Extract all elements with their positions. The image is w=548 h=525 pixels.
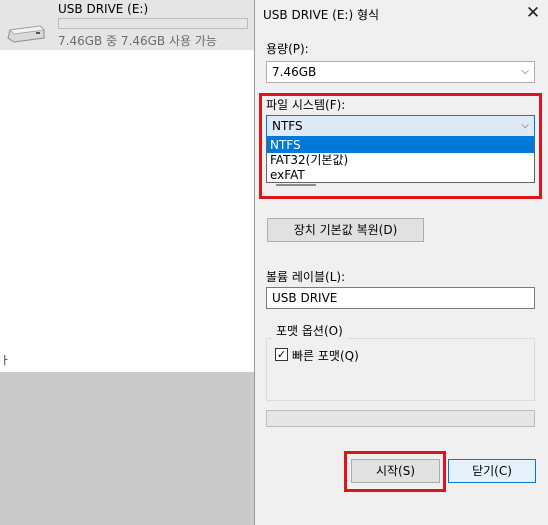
drive-item-usb[interactable]: USB DRIVE (E:) 7.46GB 중 7.46GB 사용 가능 [0, 0, 258, 50]
close-icon[interactable]: ✕ [523, 3, 543, 23]
desktop-background [0, 372, 258, 525]
volume-label-label: 볼륨 레이블(L): [266, 270, 346, 284]
capacity-value: 7.46GB [272, 65, 317, 79]
drive-space-text: 7.46GB 중 7.46GB 사용 가능 [58, 34, 217, 48]
capacity-combo[interactable]: 7.46GB ⌵ [266, 61, 535, 83]
format-options-title: 포맷 옵션(O) [272, 322, 347, 339]
usb-drive-icon [7, 25, 45, 43]
format-progress-bar [266, 410, 535, 427]
chevron-down-icon: ⌵ [521, 66, 529, 77]
explorer-window: USB DRIVE (E:) 7.46GB 중 7.46GB 사용 가능 ㅏ [0, 0, 258, 372]
drive-name: USB DRIVE (E:) [58, 2, 149, 16]
volume-label-input[interactable]: USB DRIVE [266, 287, 535, 309]
drive-usage-bar [58, 18, 248, 29]
quick-format-label[interactable]: 빠른 포맷(Q) [292, 347, 359, 364]
filesystem-highlight-box [259, 93, 542, 199]
quick-format-checkbox[interactable]: ✓ [275, 348, 288, 361]
dialog-title: USB DRIVE (E:) 형식 [263, 8, 380, 22]
restore-defaults-button[interactable]: 장치 기본값 복원(D) [267, 218, 424, 242]
cut-off-text: ㅏ [0, 354, 11, 367]
capacity-label: 용량(P): [266, 42, 309, 56]
start-highlight-box [344, 451, 446, 492]
close-button[interactable]: 닫기(C) [448, 459, 536, 483]
